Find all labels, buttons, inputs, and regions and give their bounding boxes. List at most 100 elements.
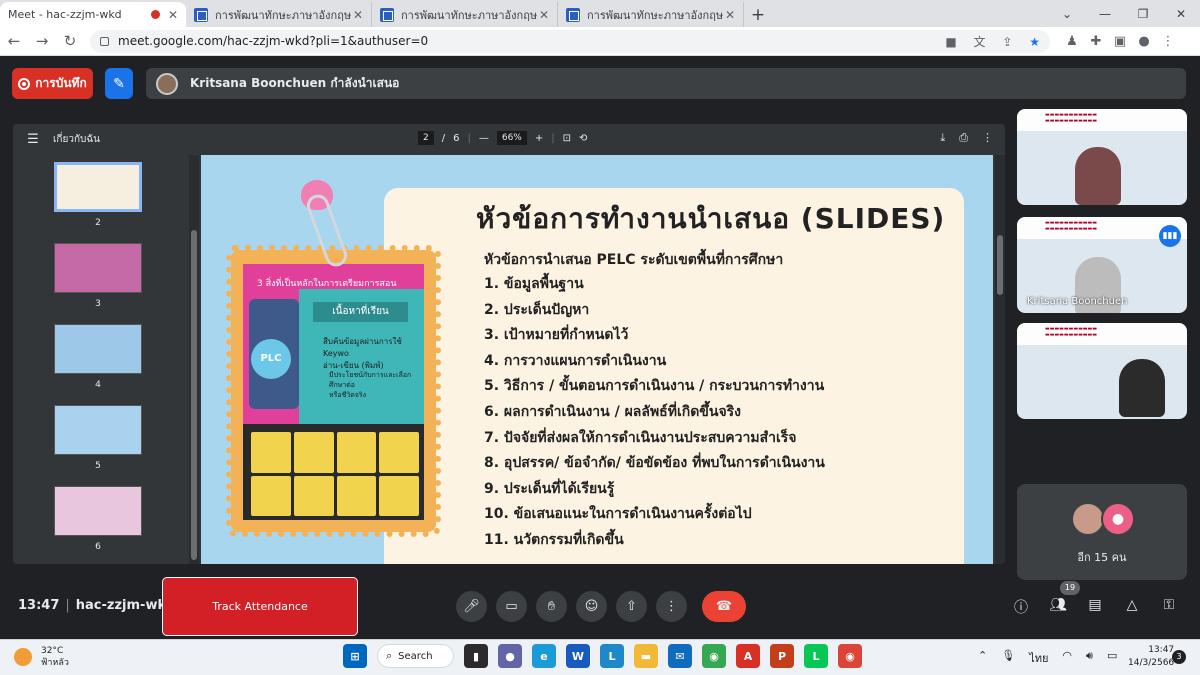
word-icon[interactable]: W — [566, 644, 590, 668]
close-tab-icon[interactable]: ✕ — [353, 8, 363, 22]
zoom-in-icon[interactable]: + — [535, 133, 543, 144]
participant-tile[interactable]: ▬▬▬▬▬▬▬▬▬▬▬ ▬▬▬▬▬▬▬▬▬▬▬ — [1017, 109, 1187, 205]
meet-area: การบันทึก ✎ Kritsana Boonchuen กำลังนำเส… — [0, 57, 1200, 639]
teams-icon[interactable]: ● — [498, 644, 522, 668]
forward-icon[interactable]: → — [28, 32, 56, 50]
recording-button[interactable]: การบันทึก — [12, 68, 93, 99]
taskbar-search[interactable]: ⌕ Search — [377, 644, 454, 668]
extension-icon[interactable]: ♟ — [1060, 34, 1084, 49]
language-indicator[interactable]: ไทย — [1029, 649, 1048, 667]
mic-tray-icon[interactable]: 🎙︎ — [1001, 649, 1015, 667]
participant-video — [1119, 359, 1165, 417]
photo-text-line: หรือชีวิตจริง — [329, 391, 367, 399]
close-tab-icon[interactable]: ✕ — [168, 8, 178, 22]
close-tab-icon[interactable]: ✕ — [725, 8, 735, 22]
volume-icon[interactable]: 🔊︎ — [1086, 649, 1093, 667]
raise-hand-icon[interactable]: ✋︎ — [536, 591, 567, 622]
l-app-icon[interactable]: L — [600, 644, 624, 668]
download-icon[interactable]: ⤓ — [940, 131, 945, 145]
fit-page-icon[interactable]: ⊡ — [563, 133, 571, 144]
search-label: Search — [398, 650, 433, 662]
thumbnail-page-4[interactable] — [54, 324, 142, 374]
mic-icon[interactable]: 🎤︎ — [456, 591, 487, 622]
weather-icon — [14, 648, 32, 666]
temperature: 32°C — [41, 646, 64, 656]
system-clock[interactable]: 13:47 14/3/2566 — [1128, 644, 1174, 670]
participant-tile[interactable]: ▬▬▬▬▬▬▬▬▬▬▬ ▬▬▬▬▬▬▬▬▬▬▬ ▮▮▮ Kritsana Boon… — [1017, 217, 1187, 313]
file-explorer-icon[interactable]: ▬ — [634, 644, 658, 668]
share-icon[interactable]: ⇪ — [1002, 35, 1012, 49]
activities-icon[interactable]: △ — [1121, 597, 1143, 617]
pdf-scrollbar[interactable] — [995, 155, 1005, 564]
battery-icon[interactable]: ▭ — [1107, 649, 1117, 667]
edge-icon[interactable]: e — [532, 644, 556, 668]
close-tab-icon[interactable]: ✕ — [539, 8, 549, 22]
translate-icon[interactable]: 文 — [974, 35, 986, 49]
tab-document[interactable]: การพัฒนาทักษะภาษาอังกฤษ English ✕ — [372, 2, 558, 27]
more-options-icon[interactable]: ⋮ — [982, 131, 993, 145]
windows-start-icon[interactable]: ⊞ — [343, 644, 367, 668]
kebab-menu-icon[interactable]: ⋮ — [1156, 34, 1180, 49]
tile-banner: ▬▬▬▬▬▬▬▬▬▬▬ ▬▬▬▬▬▬▬▬▬▬▬ — [1045, 112, 1097, 124]
powerpoint-icon[interactable]: P — [770, 644, 794, 668]
rotate-icon[interactable]: ⟲ — [579, 133, 587, 144]
page-number-input[interactable]: 2 — [418, 131, 434, 145]
thumbnail-page-3[interactable] — [54, 243, 142, 293]
list-item: 11. นวัตกรรมที่เกิดขึ้น — [484, 531, 624, 548]
thumbnail-scrollbar[interactable] — [189, 155, 199, 564]
thumbnail-page-6[interactable] — [54, 486, 142, 536]
notification-badge[interactable]: 3 — [1172, 650, 1186, 664]
page-current: 2 — [423, 133, 429, 143]
new-tab-button[interactable]: + — [744, 2, 772, 27]
chrome-icon[interactable]: ◉ — [702, 644, 726, 668]
hamburger-menu-icon[interactable]: ☰ — [13, 132, 53, 147]
weather-widget[interactable]: 32°C ฟ้าหลัว — [14, 645, 69, 669]
list-item: 9. ประเด็นที่ได้เรียนรู้ — [484, 480, 615, 497]
zoom-input[interactable]: 66% — [496, 131, 527, 145]
line-icon[interactable]: L — [804, 644, 828, 668]
participant-tile[interactable]: ▬▬▬▬▬▬▬▬▬▬▬ ▬▬▬▬▬▬▬▬▬▬▬ — [1017, 323, 1187, 419]
minimize-icon[interactable]: — — [1086, 0, 1124, 27]
other-participants-tile[interactable]: ● อีก 15 คน — [1017, 484, 1187, 580]
sidepanel-icon[interactable]: ▣ — [1108, 34, 1132, 49]
photo-text-line: มีประโยชน์กับการและเลือกศึกษาต่อ — [329, 371, 412, 389]
host-controls-icon[interactable]: ⚿ — [1158, 597, 1180, 617]
wifi-icon[interactable]: ◠ — [1062, 649, 1072, 667]
extensions-area: ♟ ✚ ▣ ● ⋮ — [1060, 34, 1180, 49]
restore-icon[interactable]: ❐ — [1124, 0, 1162, 27]
search-icon: ⌕ — [386, 649, 393, 662]
tab-document[interactable]: การพัฒนาทักษะภาษาอังกฤษ English ✕ — [558, 2, 744, 27]
tab-search-icon[interactable]: ⌄ — [1048, 0, 1086, 27]
reload-icon[interactable]: ↻ — [56, 32, 84, 50]
camera-icon[interactable]: ■ — [945, 35, 956, 49]
people-icon[interactable]: 👥︎ — [1047, 597, 1069, 617]
acrobat-icon[interactable]: A — [736, 644, 760, 668]
track-attendance-button[interactable]: Track Attendance — [162, 577, 358, 636]
more-options-icon[interactable]: ⋮ — [656, 591, 687, 622]
mail-icon[interactable]: ✉ — [668, 644, 692, 668]
chrome-profile-icon[interactable]: ◉ — [838, 644, 862, 668]
chevron-up-icon[interactable]: ⌃ — [978, 649, 987, 667]
task-view-icon[interactable]: ▮ — [464, 644, 488, 668]
back-icon[interactable]: ← — [0, 32, 28, 50]
tab-document[interactable]: การพัฒนาทักษะภาษาอังกฤษ English ✕ — [186, 2, 372, 27]
close-window-icon[interactable]: ✕ — [1162, 0, 1200, 27]
camera-toggle-icon[interactable]: ▭ — [496, 591, 527, 622]
emoji-icon[interactable]: ☺ — [576, 591, 607, 622]
info-icon[interactable]: ⓘ — [1010, 597, 1032, 617]
notes-button[interactable]: ✎ — [105, 68, 133, 99]
bookmark-star-icon[interactable]: ★ — [1029, 35, 1040, 49]
thumbnail-page-5[interactable] — [54, 405, 142, 455]
puzzle-icon[interactable]: ✚ — [1084, 34, 1108, 49]
url-input[interactable]: meet.google.com/hac-zzjm-wkd?pli=1&authu… — [90, 29, 1050, 53]
present-screen-icon[interactable]: ⇧ — [616, 591, 647, 622]
profile-icon[interactable]: ● — [1132, 34, 1156, 49]
end-call-icon[interactable]: ☎ — [702, 591, 746, 622]
print-icon[interactable]: ⎙ — [959, 131, 968, 145]
zoom-out-icon[interactable]: — — [479, 133, 489, 144]
chat-icon[interactable]: ▤ — [1084, 597, 1106, 617]
thumbnail-page-2[interactable] — [54, 162, 142, 212]
photo-grid — [251, 432, 419, 516]
tab-meet[interactable]: Meet - hac-zzjm-wkd ✕ — [0, 2, 186, 73]
url-text: meet.google.com/hac-zzjm-wkd?pli=1&authu… — [118, 34, 429, 48]
